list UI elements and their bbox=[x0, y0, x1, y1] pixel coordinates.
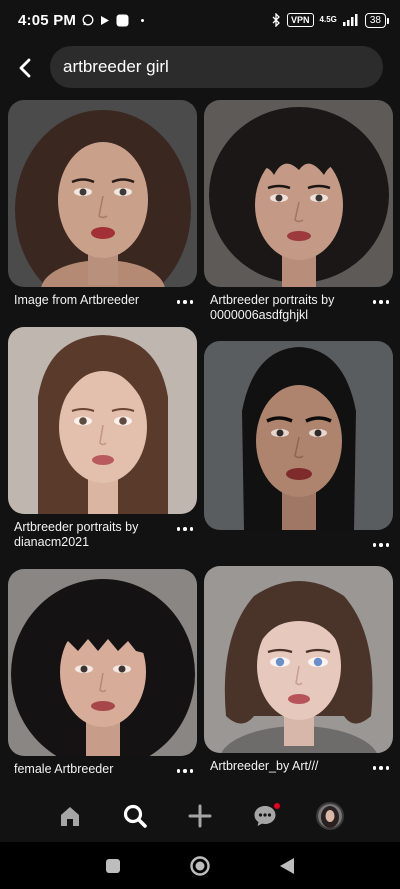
nav-messages[interactable] bbox=[245, 796, 285, 836]
system-navigation-bar bbox=[0, 842, 400, 889]
pin-image[interactable] bbox=[8, 327, 197, 514]
whatsapp-icon bbox=[82, 14, 94, 26]
circle-icon bbox=[190, 855, 210, 876]
status-bar: 4:05 PM VPN 4.5G 38 bbox=[0, 0, 400, 40]
pin-caption: Image from Artbreeder bbox=[14, 293, 140, 307]
pin-caption: Artbreeder portraits by dianacm2021 bbox=[14, 520, 139, 549]
home-icon bbox=[61, 807, 80, 826]
network-type: 4.5G bbox=[319, 15, 337, 24]
search-query: artbreeder girl bbox=[63, 57, 169, 76]
pin-image[interactable] bbox=[204, 566, 393, 753]
nav-profile[interactable] bbox=[310, 796, 350, 836]
search-input[interactable]: artbreeder girl bbox=[50, 46, 383, 88]
more-options-button[interactable] bbox=[369, 295, 389, 309]
pin-image[interactable] bbox=[8, 100, 197, 287]
more-options-button[interactable] bbox=[173, 764, 193, 778]
recents-button[interactable] bbox=[95, 848, 131, 884]
square-icon bbox=[106, 858, 121, 873]
search-icon bbox=[124, 804, 147, 828]
pin-feed[interactable]: Image from Artbreeder Artbreeder portrai… bbox=[0, 98, 400, 790]
nav-create[interactable] bbox=[180, 796, 220, 836]
vpn-badge: VPN bbox=[287, 13, 314, 27]
pin-image[interactable] bbox=[204, 100, 393, 287]
bluetooth-icon bbox=[272, 13, 280, 27]
pin-card[interactable]: Artbreeder_by Art/// bbox=[204, 566, 393, 775]
triangle-back-icon bbox=[279, 857, 294, 874]
bottom-navigation bbox=[0, 790, 400, 842]
nav-search[interactable] bbox=[115, 796, 155, 836]
pin-caption: female Artbreeder bbox=[14, 762, 114, 776]
more-options-button[interactable] bbox=[369, 761, 389, 775]
plus-icon bbox=[188, 804, 212, 828]
back-arrow-icon bbox=[19, 58, 31, 78]
avatar bbox=[315, 802, 344, 830]
more-options-button[interactable] bbox=[173, 522, 193, 536]
pin-card[interactable]: Artbreeder portraits by dianacm2021 bbox=[8, 327, 197, 550]
nav-home[interactable] bbox=[50, 796, 90, 836]
pin-card[interactable]: female Artbreeder bbox=[8, 569, 197, 778]
system-home-button[interactable] bbox=[182, 848, 218, 884]
play-store-icon bbox=[101, 15, 110, 25]
pin-card[interactable]: Artbreeder portraits by 0000006asdfghjkl bbox=[204, 100, 393, 323]
status-time: 4:05 PM bbox=[18, 11, 77, 29]
search-header: artbreeder girl bbox=[0, 44, 400, 92]
battery-indicator: 38 bbox=[364, 12, 390, 28]
notification-dot bbox=[272, 802, 281, 810]
pin-card[interactable] bbox=[204, 341, 393, 552]
pin-caption: Artbreeder_by Art/// bbox=[210, 759, 319, 773]
pin-image[interactable] bbox=[8, 569, 197, 756]
more-options-button[interactable] bbox=[173, 295, 193, 309]
system-back-button[interactable] bbox=[269, 848, 305, 884]
signal-icon bbox=[342, 14, 358, 26]
pin-image[interactable] bbox=[204, 341, 393, 530]
pin-card[interactable]: Image from Artbreeder bbox=[8, 100, 197, 309]
more-options-button[interactable] bbox=[369, 538, 389, 552]
back-button[interactable] bbox=[2, 45, 48, 91]
pin-caption: Artbreeder portraits by 0000006asdfghjkl bbox=[210, 293, 335, 322]
more-notifications-dot bbox=[141, 18, 145, 22]
app-notification-icon bbox=[116, 14, 129, 26]
